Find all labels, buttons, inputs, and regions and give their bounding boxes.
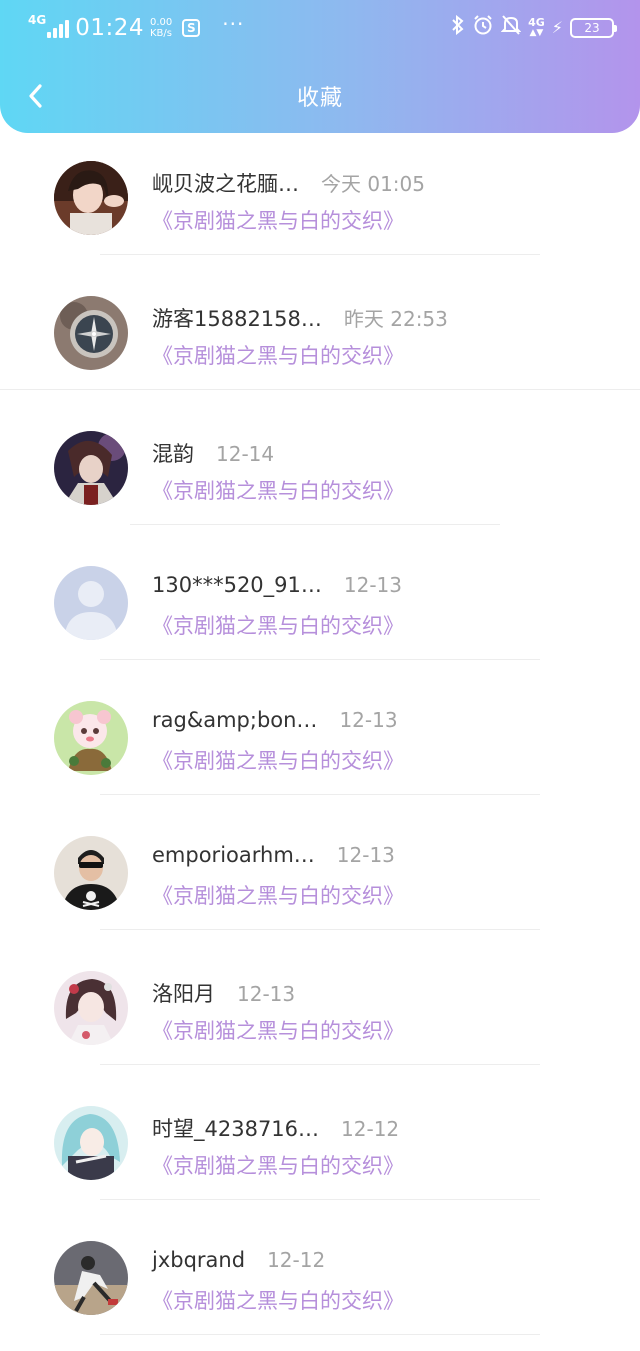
user-name: 洛阳月 xyxy=(152,982,215,1006)
divider xyxy=(130,524,500,525)
signal-strength-icon xyxy=(47,18,70,38)
favorite-time: 12-12 xyxy=(341,1117,400,1141)
user-name: 游客15882158… xyxy=(152,307,322,331)
list-item[interactable]: 130***520_91… 12-13 《京剧猫之黑与白的交织》 xyxy=(0,535,640,670)
divider xyxy=(100,929,540,930)
network-type-label: 4G xyxy=(28,13,47,27)
list-item[interactable]: rag&amp;bon… 12-13 《京剧猫之黑与白的交织》 xyxy=(0,670,640,805)
divider xyxy=(100,794,540,795)
favorite-time: 12-13 xyxy=(336,843,395,867)
work-title-link[interactable]: 《京剧猫之黑与白的交织》 xyxy=(152,475,404,505)
avatar[interactable] xyxy=(54,1241,128,1315)
battery-icon: 23 xyxy=(570,17,617,38)
avatar[interactable] xyxy=(54,836,128,910)
work-title-link[interactable]: 《京剧猫之黑与白的交织》 xyxy=(152,880,404,910)
page-title: 收藏 xyxy=(296,86,343,111)
user-name: jxbqrand xyxy=(152,1248,246,1272)
work-title-link[interactable]: 《京剧猫之黑与白的交织》 xyxy=(152,205,404,235)
user-name: 130***520_91… xyxy=(152,573,322,597)
user-name: 混韵 xyxy=(152,442,194,466)
avatar[interactable] xyxy=(54,296,128,370)
work-title-link[interactable]: 《京剧猫之黑与白的交织》 xyxy=(152,745,404,775)
bluetooth-icon xyxy=(451,14,465,40)
status-time: 01:24 xyxy=(75,15,144,41)
network-speed-value: 0.00 xyxy=(150,17,173,28)
list-item[interactable]: 混韵 12-14 《京剧猫之黑与白的交织》 xyxy=(0,400,640,535)
mobile-data-icon: 4G ▲▼ xyxy=(528,15,545,38)
avatar[interactable] xyxy=(54,971,128,1045)
list-item[interactable]: emporioarhm… 12-13 《京剧猫之黑与白的交织》 xyxy=(0,805,640,940)
avatar[interactable] xyxy=(54,566,128,640)
favorite-time: 12-12 xyxy=(267,1248,326,1272)
list-item[interactable]: 岘贝波之花腼… 今天 01:05 《京剧猫之黑与白的交织》 xyxy=(0,130,640,265)
user-name: 岘贝波之花腼… xyxy=(152,172,299,196)
favorite-time: 昨天 22:53 xyxy=(343,307,448,331)
divider xyxy=(100,659,540,660)
work-title-link[interactable]: 《京剧猫之黑与白的交织》 xyxy=(152,1150,404,1180)
more-notifications-icon: ··· xyxy=(222,12,245,36)
work-title-link[interactable]: 《京剧猫之黑与白的交织》 xyxy=(152,610,404,640)
user-name: emporioarhm… xyxy=(152,843,315,867)
app-notification-icon: S xyxy=(182,19,201,37)
divider xyxy=(100,1334,540,1335)
avatar[interactable] xyxy=(54,161,128,235)
avatar[interactable] xyxy=(54,431,128,505)
favorite-time: 12-13 xyxy=(339,708,398,732)
app-header: 4G 01:24 0.00 KB/s S ··· 4G ▲▼ ⚡ 23 收藏 xyxy=(0,0,640,133)
divider xyxy=(100,1199,540,1200)
network-speed: 0.00 KB/s xyxy=(150,17,172,39)
list-item[interactable]: jxbqrand 12-12 《京剧猫之黑与白的交织》 xyxy=(0,1210,640,1345)
list-item[interactable]: 洛阳月 12-13 《京剧猫之黑与白的交织》 xyxy=(0,940,640,1075)
work-title-link[interactable]: 《京剧猫之黑与白的交织》 xyxy=(152,340,404,370)
work-title-link[interactable]: 《京剧猫之黑与白的交织》 xyxy=(152,1015,404,1045)
list-item[interactable]: 时望_4238716… 12-12 《京剧猫之黑与白的交织》 xyxy=(0,1075,640,1210)
avatar[interactable] xyxy=(54,701,128,775)
divider xyxy=(0,389,640,390)
favorite-time: 12-14 xyxy=(216,442,275,466)
user-name: 时望_4238716… xyxy=(152,1117,320,1141)
favorite-time: 12-13 xyxy=(237,982,296,1006)
work-title-link[interactable]: 《京剧猫之黑与白的交织》 xyxy=(152,1285,404,1315)
divider xyxy=(100,1064,540,1065)
charging-icon: ⚡ xyxy=(551,18,563,37)
mobile-data-label: 4G xyxy=(528,15,545,29)
divider xyxy=(100,254,540,255)
list-item[interactable]: 游客15882158… 昨天 22:53 《京剧猫之黑与白的交织》 xyxy=(0,265,640,400)
battery-level: 23 xyxy=(584,20,600,35)
favorite-time: 今天 01:05 xyxy=(321,172,425,196)
network-speed-unit: KB/s xyxy=(150,28,172,39)
nav-bar: 收藏 xyxy=(0,64,640,128)
avatar[interactable] xyxy=(54,1106,128,1180)
user-name: rag&amp;bon… xyxy=(152,708,318,732)
alarm-icon xyxy=(472,14,494,41)
favorite-time: 12-13 xyxy=(343,573,403,597)
mute-icon xyxy=(500,14,522,41)
status-bar: 4G 01:24 0.00 KB/s S ··· 4G ▲▼ ⚡ 23 xyxy=(0,0,640,60)
